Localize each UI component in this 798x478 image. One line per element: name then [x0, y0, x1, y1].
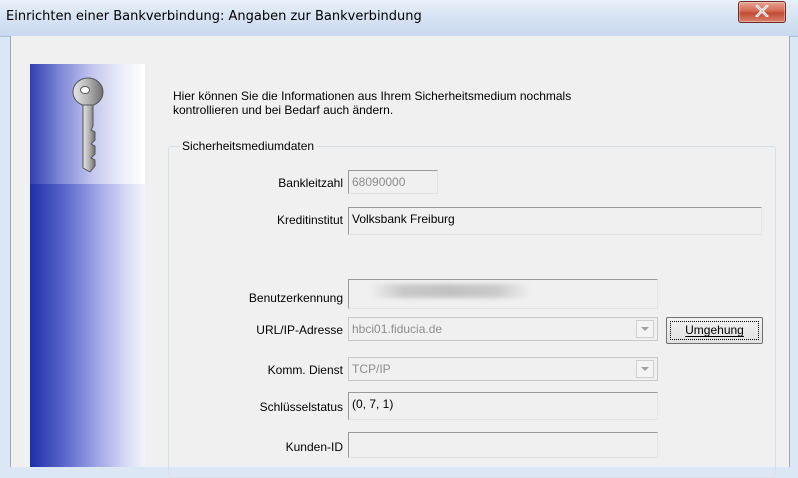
- close-button[interactable]: [738, 1, 786, 23]
- kreditinstitut-label: Kreditinstitut: [276, 213, 343, 227]
- kunden-id-label: Kunden-ID: [285, 440, 343, 454]
- komm-dienst-label: Komm. Dienst: [267, 363, 343, 377]
- umgehung-button[interactable]: Umgehung: [666, 317, 763, 344]
- intro-line-2: kontrollieren und bei Bedarf auch ändern…: [173, 103, 394, 117]
- intro-line-1: Hier können Sie die Informationen aus Ih…: [173, 89, 572, 103]
- groupbox-legend: Sicherheitsmediumdaten: [180, 139, 317, 153]
- intro-text: Hier können Sie die Informationen aus Ih…: [173, 89, 733, 117]
- schluesselstatus-label: Schlüsselstatus: [259, 400, 343, 414]
- chevron-down-icon: [641, 367, 649, 371]
- benutzerkennung-label: Benutzerkennung: [248, 291, 343, 305]
- close-icon: [755, 5, 769, 17]
- schluesselstatus-field: (0, 7, 1): [348, 392, 658, 420]
- kunden-id-field[interactable]: [348, 432, 658, 458]
- key-icon: [72, 77, 104, 172]
- redacted-value: [370, 284, 530, 298]
- chevron-down-icon: [641, 327, 649, 331]
- security-medium-groupbox: [168, 146, 776, 478]
- window-title: Einrichten einer Bankverbindung: Angaben…: [6, 9, 422, 24]
- umgehung-label: Umgehung: [670, 321, 759, 340]
- kreditinstitut-field[interactable]: Volksbank Freiburg: [348, 207, 762, 235]
- url-combobox[interactable]: hbci01.fiducia.de: [348, 317, 658, 341]
- url-dropdown-button[interactable]: [636, 320, 654, 338]
- bankleitzahl-field[interactable]: 68090000: [348, 170, 438, 194]
- url-label: URL/IP-Adresse: [256, 323, 343, 337]
- komm-dienst-dropdown-button[interactable]: [636, 360, 654, 378]
- bankleitzahl-label: Bankleitzahl: [278, 176, 343, 190]
- title-bar[interactable]: Einrichten einer Bankverbindung: Angaben…: [0, 0, 798, 37]
- komm-dienst-combobox[interactable]: TCP/IP: [348, 357, 658, 381]
